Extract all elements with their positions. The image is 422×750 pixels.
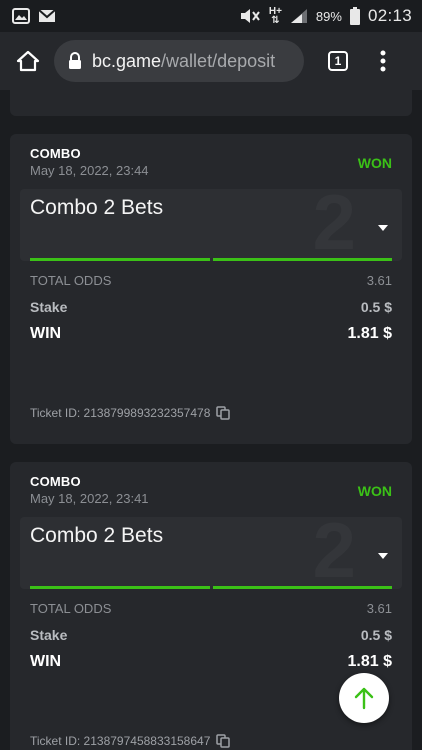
bet-card[interactable]: COMBO May 18, 2022, 23:44 WON 2 Combo 2 …	[10, 134, 412, 444]
more-vert-icon	[380, 50, 386, 72]
win-value: 1.81 $	[347, 653, 392, 670]
home-button[interactable]	[10, 43, 46, 79]
win-row: WIN 1.81 $	[30, 653, 392, 671]
combo-leg-line	[30, 258, 210, 261]
ticket-id-row: Ticket ID: 2138797458833158647	[30, 734, 231, 748]
gallery-notification-icon	[12, 8, 30, 24]
tab-count: 1	[328, 51, 348, 71]
bet-history-list[interactable]: COMBO May 18, 2022, 23:44 WON 2 Combo 2 …	[0, 90, 422, 750]
ticket-id: Ticket ID: 2138799893232357478	[30, 406, 211, 420]
browser-toolbar: bc.game/wallet/deposit 1	[0, 32, 422, 90]
bet-type: COMBO	[30, 474, 81, 489]
win-label: WIN	[30, 653, 62, 670]
signal-icon	[290, 8, 308, 24]
bet-status-badge: WON	[357, 155, 392, 171]
total-odds-row: TOTAL ODDS 3.61	[30, 273, 392, 288]
android-status-bar: H+ ⇅ 89% 02:13	[0, 0, 422, 32]
battery-percent: 89%	[315, 8, 342, 24]
caret-down-icon	[378, 553, 388, 559]
home-icon	[16, 50, 40, 72]
network-arrows-icon: ⇅	[271, 15, 280, 26]
combo-title: Combo 2 Bets	[30, 196, 164, 219]
combo-leg-line	[212, 586, 392, 589]
stake-label: Stake	[30, 299, 68, 315]
address-bar[interactable]: bc.game/wallet/deposit	[54, 40, 304, 82]
bet-date: May 18, 2022, 23:41	[30, 491, 149, 506]
url-host: bc.game	[92, 50, 162, 71]
total-odds-value: 3.61	[366, 601, 392, 616]
combo-progress-lines	[30, 586, 392, 589]
stake-value: 0.5 $	[360, 299, 392, 315]
stake-row: Stake 0.5 $	[30, 627, 392, 643]
caret-down-icon	[378, 225, 388, 231]
network-type-icon: H+ ⇅	[269, 7, 282, 26]
tab-switcher-button[interactable]: 1	[320, 43, 356, 79]
total-odds-row: TOTAL ODDS 3.61	[30, 601, 392, 616]
combo-progress-lines	[30, 258, 392, 261]
combo-dropdown[interactable]: 2 Combo 2 Bets	[20, 189, 402, 261]
previous-bet-card-partial	[10, 90, 412, 116]
win-value: 1.81 $	[347, 325, 392, 342]
combo-count-watermark: 2	[312, 189, 356, 261]
combo-leg-line	[30, 586, 210, 589]
browser-menu-button[interactable]	[368, 43, 398, 79]
bet-type: COMBO	[30, 146, 81, 161]
url-path: /wallet/deposit	[161, 50, 276, 71]
combo-count-watermark: 2	[312, 517, 356, 589]
combo-dropdown[interactable]: 2 Combo 2 Bets	[20, 517, 402, 589]
ticket-id: Ticket ID: 2138797458833158647	[30, 734, 211, 748]
ticket-id-row: Ticket ID: 2138799893232357478	[30, 406, 231, 420]
win-label: WIN	[30, 325, 62, 342]
arrow-up-icon	[354, 687, 374, 710]
scroll-to-top-button[interactable]	[339, 673, 389, 723]
stake-value: 0.5 $	[360, 627, 392, 643]
stake-label: Stake	[30, 627, 68, 643]
status-left-icons	[12, 8, 56, 24]
combo-leg-line	[212, 258, 392, 261]
clock-time: 02:13	[367, 6, 412, 25]
total-odds-value: 3.61	[366, 273, 392, 288]
bet-status-badge: WON	[357, 483, 392, 499]
stake-row: Stake 0.5 $	[30, 299, 392, 315]
total-odds-label: TOTAL ODDS	[30, 273, 112, 288]
bet-date: May 18, 2022, 23:44	[30, 163, 149, 178]
win-row: WIN 1.81 $	[30, 325, 392, 343]
lock-icon	[68, 52, 82, 70]
mail-notification-icon	[38, 9, 56, 23]
battery-icon	[349, 7, 360, 25]
status-right-icons: H+ ⇅ 89% 02:13	[239, 6, 412, 26]
copy-icon[interactable]	[216, 406, 231, 420]
combo-title: Combo 2 Bets	[30, 524, 164, 547]
total-odds-label: TOTAL ODDS	[30, 601, 112, 616]
mute-icon	[239, 8, 261, 24]
copy-icon[interactable]	[216, 734, 231, 748]
